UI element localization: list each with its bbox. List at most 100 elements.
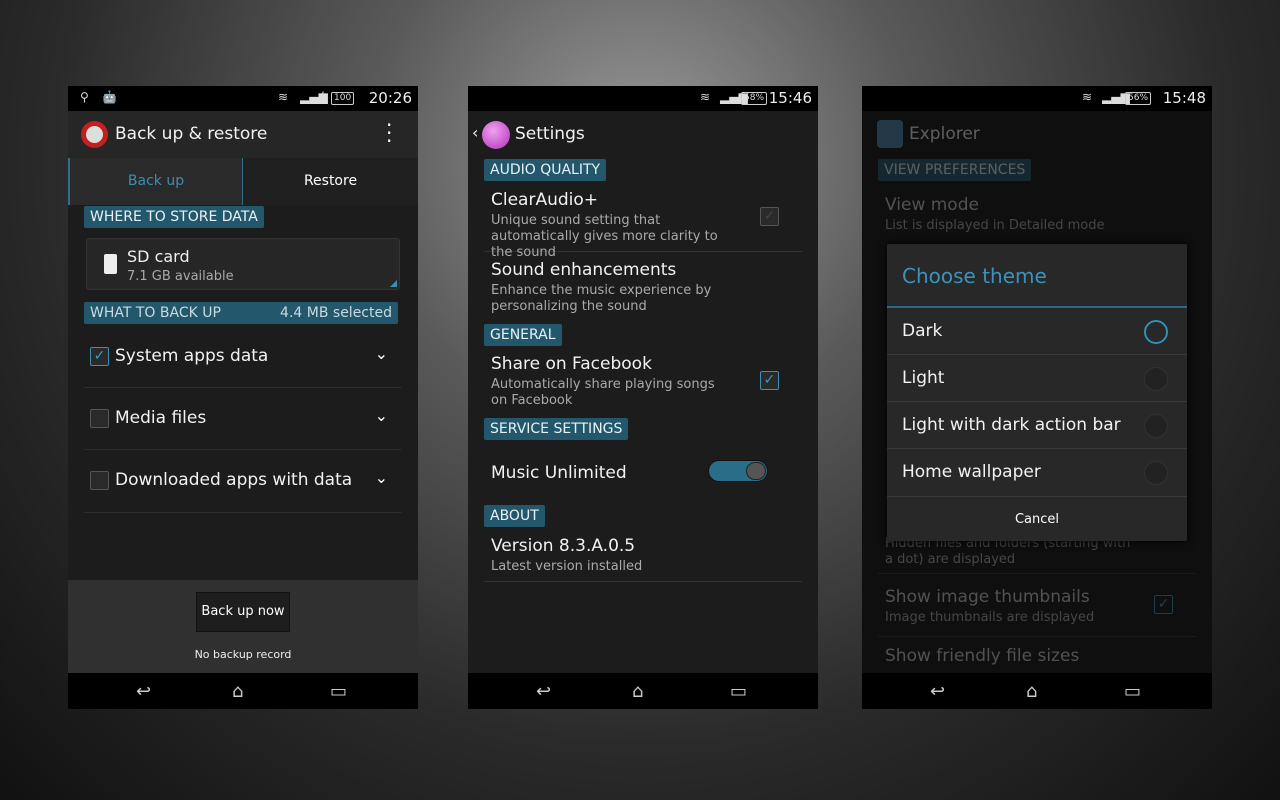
- section-header-store: WHERE TO STORE DATA: [84, 206, 264, 228]
- recent-apps-icon[interactable]: ▭: [730, 681, 747, 702]
- setting-subtitle: Image thumbnails are displayed: [885, 610, 1095, 625]
- page-title: Back up & restore: [115, 124, 268, 144]
- setting-title: View mode: [885, 195, 979, 215]
- setting-subtitle: Automatically share playing songs on Fac…: [491, 377, 715, 408]
- backup-list: ✓ System apps data ⌄ Media files ⌄ Downl…: [84, 326, 402, 513]
- theme-option-home-wallpaper[interactable]: Home wallpaper: [887, 449, 1187, 497]
- radio[interactable]: [1144, 367, 1168, 391]
- clock: 15:48: [1162, 89, 1206, 107]
- section-header-about: ABOUT: [484, 505, 545, 527]
- dialog-title: Choose theme: [902, 264, 1047, 288]
- status-bar: ≋ ▂▄▆ 58% 15:46: [468, 86, 818, 111]
- section-header-audio: AUDIO QUALITY: [484, 159, 607, 181]
- setting-sound-enhancements[interactable]: Sound enhancements Enhance the music exp…: [484, 253, 802, 319]
- nav-bar: ↩ ⌂ ▭: [862, 673, 1212, 709]
- chevron-down-icon[interactable]: ⌄: [375, 468, 388, 487]
- item-label: Media files: [115, 408, 207, 428]
- list-item[interactable]: ✓ System apps data ⌄: [84, 326, 402, 388]
- clock: 20:26: [368, 89, 412, 107]
- setting-version[interactable]: Version 8.3.A.0.5 Latest version install…: [484, 532, 802, 582]
- setting-music-unlimited[interactable]: Music Unlimited: [484, 446, 802, 496]
- header-label: WHAT TO BACK UP: [90, 305, 221, 321]
- option-label: Dark: [902, 321, 943, 341]
- back-icon[interactable]: ↩: [536, 681, 551, 702]
- explorer-logo-icon: [877, 120, 903, 148]
- nav-bar: ↩ ⌂ ▭: [68, 673, 418, 709]
- checkbox[interactable]: [90, 471, 109, 490]
- divider: [878, 573, 1196, 574]
- setting-subtitle: Latest version installed: [491, 559, 643, 574]
- checkbox[interactable]: ✓: [760, 371, 779, 390]
- theme-option-dark[interactable]: Dark: [887, 308, 1187, 355]
- setting-title: Music Unlimited: [491, 463, 627, 483]
- sd-card-icon: [104, 254, 117, 274]
- battery-icon: 56%: [1125, 92, 1152, 105]
- battery-icon: 58%: [741, 92, 768, 105]
- storage-selector[interactable]: SD card 7.1 GB available: [86, 238, 400, 290]
- wifi-icon: ≋: [1082, 90, 1093, 104]
- option-label: Light: [902, 368, 945, 388]
- setting-share-facebook[interactable]: Share on Facebook Automatically share pl…: [484, 350, 802, 416]
- dropdown-corner-icon: [390, 280, 397, 287]
- tab-restore[interactable]: Restore: [243, 158, 418, 205]
- back-chevron-icon[interactable]: ‹: [472, 123, 478, 142]
- setting-title: Show friendly file sizes: [885, 646, 1080, 666]
- setting-title: Show image thumbnails: [885, 587, 1090, 607]
- checkbox[interactable]: ✓: [1154, 595, 1173, 614]
- divider: [878, 636, 1196, 637]
- choose-theme-dialog: Choose theme Dark Light Light with dark …: [887, 244, 1187, 541]
- tab-back-up[interactable]: Back up: [68, 158, 243, 205]
- radio-selected[interactable]: [1144, 320, 1168, 344]
- toggle-thumb[interactable]: [746, 462, 766, 480]
- usb-icon: ⚲: [80, 90, 89, 104]
- item-label: System apps data: [115, 346, 269, 366]
- action-bar[interactable]: ‹ Settings: [468, 111, 818, 158]
- section-header-service: SERVICE SETTINGS: [484, 418, 629, 440]
- setting-title: Share on Facebook: [491, 354, 652, 374]
- setting-clearaudio[interactable]: ClearAudio+ Unique sound setting that au…: [484, 186, 802, 260]
- radio[interactable]: [1144, 461, 1168, 485]
- phone-explorer: ≋ ▂▄▆ 56% 15:48 Explorer VIEW PREFERENCE…: [862, 86, 1212, 709]
- recent-apps-icon[interactable]: ▭: [330, 681, 347, 702]
- chevron-down-icon[interactable]: ⌄: [375, 406, 388, 425]
- backup-record-status: No backup record: [194, 648, 292, 661]
- wifi-icon: ≋: [700, 90, 711, 104]
- radio[interactable]: [1144, 414, 1168, 438]
- action-bar: Back up & restore · · ·: [68, 111, 418, 158]
- recent-apps-icon[interactable]: ▭: [1124, 681, 1141, 702]
- checkbox[interactable]: [90, 409, 109, 428]
- battery-icon: 100: [331, 92, 355, 105]
- option-label: Home wallpaper: [902, 462, 1041, 482]
- bottom-panel: Back up now No backup record: [68, 580, 418, 673]
- item-label: Downloaded apps with data: [115, 470, 353, 490]
- checkbox[interactable]: ✓: [90, 347, 109, 366]
- page-title: Settings: [515, 124, 585, 144]
- android-icon: 🤖: [102, 90, 117, 104]
- storage-name: SD card: [127, 247, 190, 266]
- section-header-backup: WHAT TO BACK UP 4.4 MB selected: [84, 302, 398, 324]
- checkbox[interactable]: ✓: [760, 207, 779, 226]
- storage-available: 7.1 GB available: [127, 269, 234, 284]
- walkman-logo-icon: [482, 121, 510, 149]
- back-icon[interactable]: ↩: [136, 681, 151, 702]
- theme-options: Dark Light Light with dark action bar Ho…: [887, 308, 1187, 497]
- home-icon[interactable]: ⌂: [632, 681, 643, 702]
- home-icon[interactable]: ⌂: [232, 681, 243, 702]
- list-item[interactable]: Media files ⌄: [84, 388, 402, 450]
- selected-size: 4.4 MB selected: [280, 305, 392, 321]
- status-bar: ≋ ▂▄▆ 56% 15:48: [862, 86, 1212, 111]
- back-icon[interactable]: ↩: [930, 681, 945, 702]
- wifi-icon: ≋: [278, 90, 289, 104]
- theme-option-light[interactable]: Light: [887, 355, 1187, 402]
- back-up-now-button[interactable]: Back up now: [196, 592, 290, 632]
- chevron-down-icon[interactable]: ⌄: [375, 344, 388, 363]
- music-unlimited-toggle[interactable]: [708, 460, 768, 482]
- status-bar: ⚲ 🤖 ≋ ▂▄▆ ϟ 100 20:26: [68, 86, 418, 111]
- setting-title: Version 8.3.A.0.5: [491, 536, 636, 556]
- theme-option-light-dark-bar[interactable]: Light with dark action bar: [887, 402, 1187, 449]
- clock: 15:46: [768, 89, 812, 107]
- list-item[interactable]: Downloaded apps with data ⌄: [84, 450, 402, 513]
- home-icon[interactable]: ⌂: [1026, 681, 1037, 702]
- overflow-menu-icon[interactable]: · · ·: [386, 115, 392, 151]
- cancel-button[interactable]: Cancel: [887, 498, 1187, 541]
